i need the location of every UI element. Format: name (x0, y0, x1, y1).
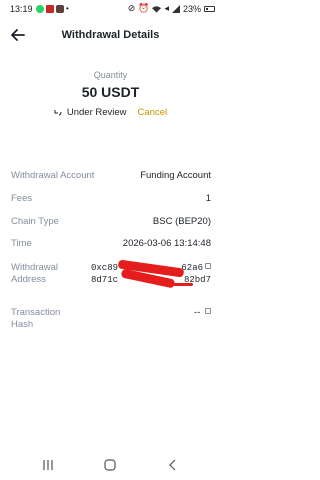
silent-icon: ⊘ (127, 3, 136, 13)
whatsapp-icon (36, 4, 44, 13)
chain-type-value: BSC (BEP20) (152, 216, 211, 227)
transaction-hash-text: -- (194, 307, 201, 318)
recent-apps-icon (43, 460, 53, 470)
withdrawal-account-value: Funding Account (140, 170, 211, 181)
cancel-button[interactable]: Cancel (138, 107, 168, 118)
app-header: Withdrawal Details (0, 22, 221, 48)
page-title: Withdrawal Details (61, 29, 160, 41)
quantity-label: Quantity (93, 70, 128, 80)
signal-icon (171, 4, 180, 13)
battery-icon (204, 5, 215, 12)
withdrawal-address-value: 0xc89 62a6 8d71c 82bd7 (91, 259, 211, 289)
quantity-value: 50 USDT (81, 84, 140, 100)
transaction-hash-value: -- (194, 307, 211, 319)
withdrawal-account-label: Withdrawal Account (11, 170, 95, 181)
status-line: Under Review Cancel (0, 107, 221, 118)
transaction-hash-label-line2: Hash (11, 319, 34, 330)
home-button[interactable] (104, 458, 116, 476)
flag-icon (46, 4, 54, 13)
chevron-left-icon (169, 459, 176, 471)
address-redaction (173, 283, 193, 286)
fees-label: Fees (11, 193, 33, 204)
home-icon (104, 459, 116, 471)
time-label: Time (11, 238, 32, 249)
chain-type-label: Chain Type (11, 216, 59, 227)
alarm-icon: ⏰ (138, 3, 150, 13)
copy-address-icon[interactable] (205, 263, 211, 269)
pending-icon (54, 109, 62, 115)
wifi-icon (152, 5, 162, 13)
system-status: ⊘ ⏰ ◂ 23% (128, 3, 215, 14)
transaction-hash-label-line1: Transaction (11, 307, 61, 318)
more-notifications-icon: • (66, 4, 69, 13)
recent-apps-button[interactable] (42, 458, 54, 476)
app-icon (56, 4, 64, 13)
notification-icons: • (36, 4, 69, 13)
copy-hash-icon[interactable] (205, 308, 211, 314)
back-nav-button[interactable] (167, 458, 179, 476)
system-nav-bar (0, 450, 221, 480)
fees-value: 1 (205, 193, 211, 204)
status-time: 13:19 (10, 4, 33, 14)
address-line1-start: 0xc89 (91, 263, 119, 273)
transaction-hash-label: Transaction Hash (11, 307, 60, 331)
status-bar: 13:19 • ⊘ ⏰ ◂ 23% (0, 0, 221, 20)
address-line2-start: 8d71c (91, 275, 119, 285)
battery-percent: 23% (182, 3, 201, 14)
address-line1-end: 62a6 (181, 263, 203, 273)
withdrawal-summary: Quantity 50 USDT Under Review Cancel (0, 70, 221, 118)
withdrawal-address-label-line2: Address (11, 274, 46, 285)
time-value: 2026-03-06 13:14:48 (122, 238, 211, 249)
withdrawal-address-label: Withdrawal Address (11, 262, 58, 286)
volume-icon: ◂ (164, 3, 169, 13)
withdrawal-address-label-line1: Withdrawal (11, 262, 58, 273)
status-text: Under Review (66, 107, 127, 118)
